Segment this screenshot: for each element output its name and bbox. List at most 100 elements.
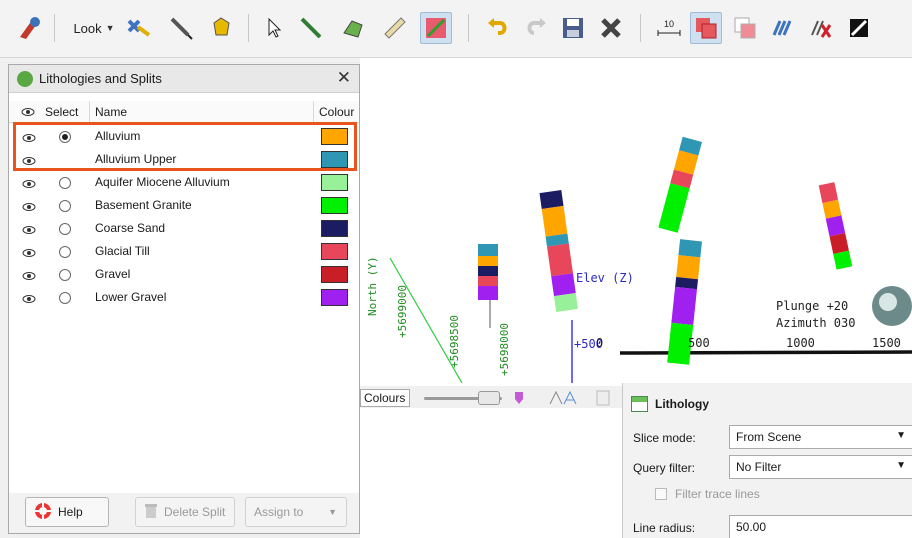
select-radio[interactable]: [59, 292, 71, 304]
filter-trace-checkbox[interactable]: [655, 488, 667, 500]
undo-icon[interactable]: [482, 12, 512, 44]
visibility-eye-icon[interactable]: [22, 293, 36, 307]
visibility-eye-icon[interactable]: [22, 178, 36, 192]
colour-swatch[interactable]: [321, 243, 348, 260]
plunge-readout: Plunge +20: [776, 299, 849, 313]
lithology-name: Lower Gravel: [95, 290, 167, 304]
lithology-row[interactable]: Glacial Till: [9, 240, 359, 263]
paint-icon[interactable]: [512, 390, 526, 409]
pencil-icon[interactable]: [166, 12, 196, 44]
scale-ten-icon[interactable]: 10: [654, 12, 684, 44]
legend-icon[interactable]: [596, 390, 610, 409]
colours-label: Colours: [364, 391, 406, 405]
lithology-name: Basement Granite: [95, 198, 192, 212]
north-axis-label: North (Y): [366, 256, 379, 316]
select-radio[interactable]: [59, 223, 71, 235]
visibility-eye-icon[interactable]: [22, 247, 36, 261]
delete-icon: [144, 503, 158, 522]
drillhole-3: [658, 136, 703, 233]
line-radius-value: 50.00: [736, 520, 767, 534]
visibility-eye-icon[interactable]: [22, 201, 36, 215]
colour-swatch[interactable]: [321, 197, 348, 214]
name-column-header[interactable]: Name: [95, 105, 127, 119]
remove-lines-icon[interactable]: [806, 12, 836, 44]
chevron-down-icon: ▼: [105, 23, 115, 33]
select-radio[interactable]: [59, 246, 71, 258]
northing-label-2: +5698500: [448, 315, 461, 368]
chevron-down-icon: ▼: [896, 430, 906, 441]
lithology-row[interactable]: Basement Granite: [9, 194, 359, 217]
help-button[interactable]: Help: [25, 497, 109, 527]
scale-label-0: 0: [596, 336, 604, 350]
app-tool-icon[interactable]: [14, 12, 44, 44]
drillhole-1: [478, 244, 498, 328]
scene-view-icon[interactable]: [124, 12, 154, 44]
look-menu-button[interactable]: Look ▼: [68, 12, 120, 44]
select-radio[interactable]: [59, 269, 71, 281]
hatch-lines-icon[interactable]: [768, 12, 798, 44]
assign-to-label: Assign to: [254, 505, 304, 519]
colours-dropdown[interactable]: Colours: [360, 389, 410, 407]
lithology-row[interactable]: Lower Gravel: [9, 286, 359, 309]
select-radio[interactable]: [59, 177, 71, 189]
query-filter-value: No Filter: [736, 460, 782, 474]
text-tool-icon[interactable]: [548, 390, 578, 409]
lithology-name: Gravel: [95, 267, 131, 281]
line-radius-input[interactable]: 50.00: [729, 515, 912, 538]
table-icon: [631, 396, 648, 412]
drillhole-5: [818, 182, 853, 270]
scale-label-1000: 1000: [786, 336, 815, 350]
colour-swatch[interactable]: [321, 220, 348, 237]
lithology-name: Aquifer Miocene Alluvium: [95, 175, 230, 189]
assign-to-button[interactable]: Assign to ▼: [245, 497, 347, 527]
line-draw-icon[interactable]: [296, 12, 326, 44]
lithology-row[interactable]: Gravel: [9, 263, 359, 286]
gem-tool-icon[interactable]: [206, 12, 236, 44]
select-radio[interactable]: [59, 200, 71, 212]
colour-swatch[interactable]: [321, 289, 348, 306]
surface-tool-icon[interactable]: [338, 12, 368, 44]
visibility-eye-icon[interactable]: [22, 270, 36, 284]
copy-slice-icon[interactable]: [730, 12, 760, 44]
azimuth-readout: Azimuth 030: [776, 316, 856, 330]
slice-mode-select[interactable]: From Scene ▼: [729, 425, 912, 449]
eye-header-icon[interactable]: [21, 106, 35, 120]
save-icon[interactable]: [558, 12, 588, 44]
slice-mode-label: Slice mode:: [633, 431, 696, 445]
query-filter-select[interactable]: No Filter ▼: [729, 455, 912, 479]
lithology-name: Coarse Sand: [95, 221, 166, 235]
panel-title: Lithologies and Splits: [39, 71, 162, 86]
lithology-row[interactable]: Aquifer Miocene Alluvium: [9, 171, 359, 194]
ruler-icon[interactable]: [380, 12, 410, 44]
drillhole-2: [539, 190, 578, 312]
chevron-down-icon: ▼: [896, 460, 906, 471]
northing-label-3: +5698000: [498, 323, 511, 376]
colour-column-header[interactable]: Colour: [319, 105, 354, 119]
lithology-row[interactable]: Coarse Sand: [9, 217, 359, 240]
scale-label-500: 500: [688, 336, 710, 350]
look-label: Look: [73, 20, 102, 36]
colour-swatch[interactable]: [321, 266, 348, 283]
scale-ten-label: 10: [663, 19, 674, 29]
query-filter-label: Query filter:: [633, 461, 696, 475]
slice-toggle-icon[interactable]: [420, 12, 452, 44]
scale-label-1500: 1500: [872, 336, 901, 350]
help-label: Help: [58, 505, 83, 519]
panel-title-bar[interactable]: Lithologies and Splits ✕: [9, 65, 359, 93]
scene-viewport[interactable]: North (Y) +5699000 +5698500 +5698000 Ele…: [360, 58, 912, 383]
red-slice-icon[interactable]: [690, 12, 722, 44]
close-icon[interactable]: ✕: [337, 68, 351, 88]
delete-split-label: Delete Split: [164, 505, 226, 519]
pointer-icon[interactable]: [262, 12, 288, 44]
northing-label-1: +5699000: [396, 285, 409, 338]
line-radius-label: Line radius:: [633, 521, 696, 535]
leapfrog-icon: [17, 71, 33, 87]
delete-split-button[interactable]: Delete Split: [135, 497, 235, 527]
no-fill-icon[interactable]: [844, 12, 874, 44]
opacity-slider-thumb[interactable]: [478, 391, 500, 405]
colour-swatch[interactable]: [321, 174, 348, 191]
close-scene-icon[interactable]: [596, 12, 626, 44]
redo-icon[interactable]: [522, 12, 552, 44]
select-column-header[interactable]: Select: [45, 105, 78, 119]
visibility-eye-icon[interactable]: [22, 224, 36, 238]
